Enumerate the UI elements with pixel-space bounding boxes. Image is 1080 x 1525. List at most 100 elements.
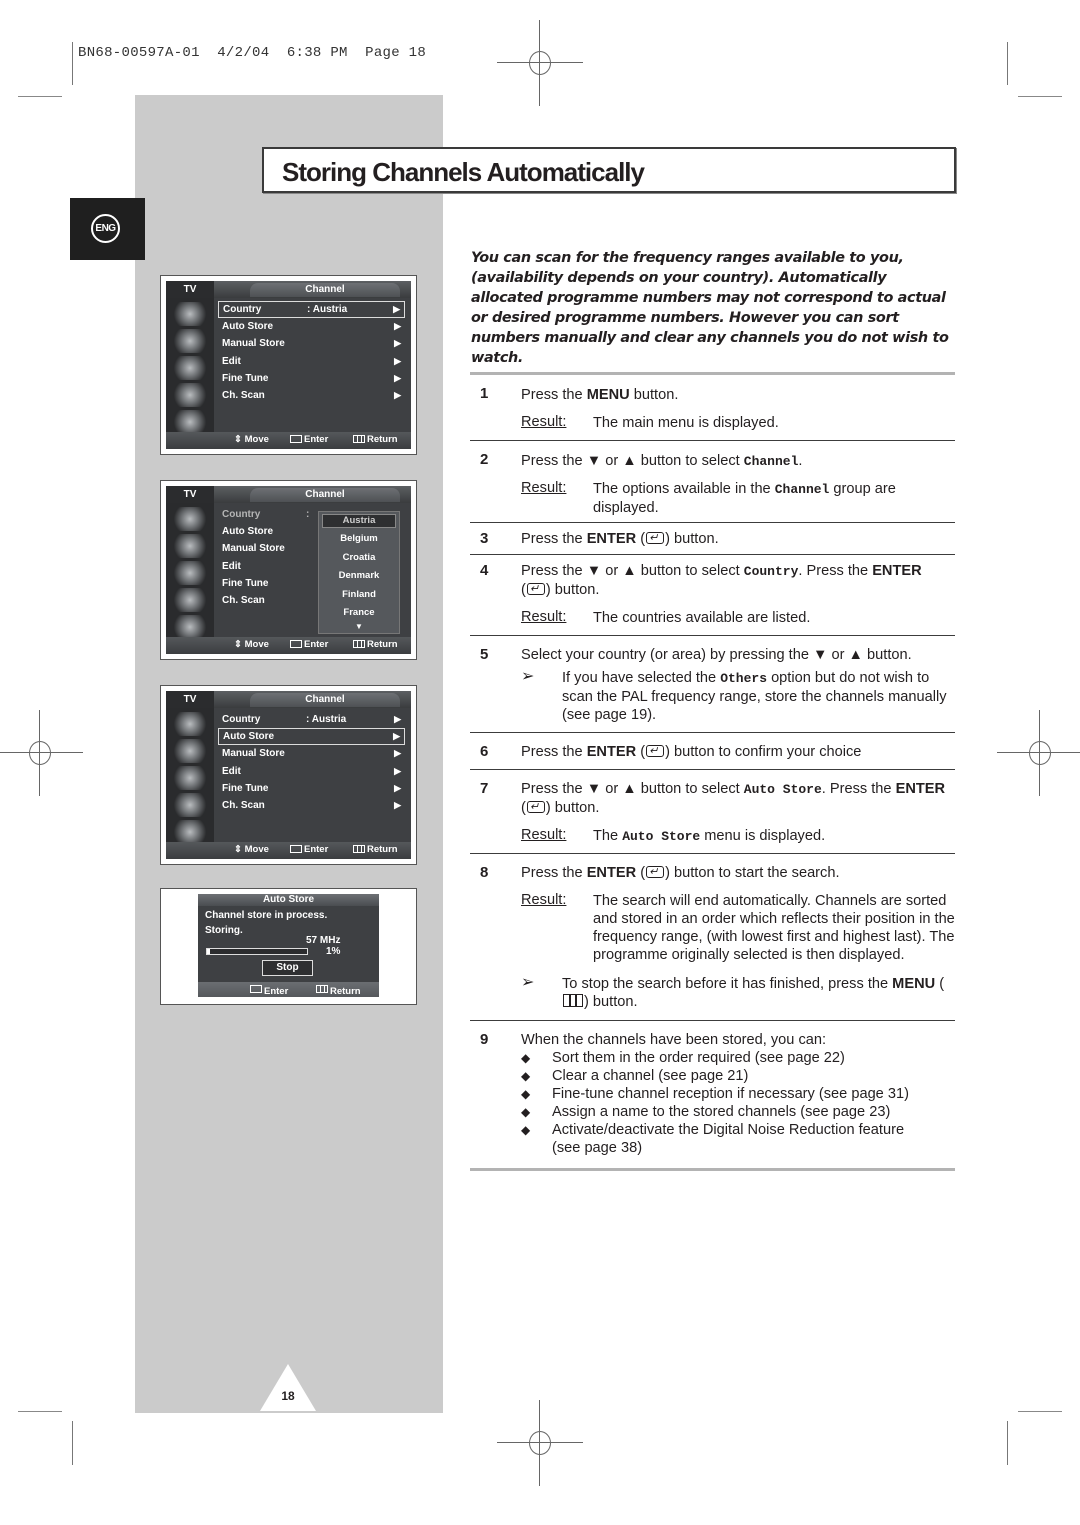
- list-item: Sort them in the order required (see pag…: [552, 1050, 845, 1066]
- osd-menu-title: Channel: [250, 693, 400, 707]
- osd-item-fine-tune[interactable]: Fine Tune ▶: [218, 780, 405, 797]
- step-2-text: Press the ▼ or ▲ button to select Channe…: [521, 453, 803, 469]
- country-dropdown[interactable]: Austria Belgium Croatia Denmark Finland …: [318, 511, 400, 634]
- osd-menu-icons: [166, 298, 214, 434]
- osd-tv-label: TV: [166, 691, 214, 708]
- country-option[interactable]: France: [319, 604, 399, 623]
- enter-hint: Enter: [290, 639, 328, 650]
- list-item: Fine-tune channel reception if necessary…: [552, 1086, 909, 1102]
- enter-icon: [646, 742, 665, 760]
- step-5-note: If you have selected the Others option b…: [562, 670, 947, 723]
- scroll-down-icon[interactable]: ▼: [319, 622, 399, 631]
- enter-icon: [646, 529, 665, 547]
- registration-mark: [997, 710, 1080, 796]
- divider: [470, 769, 955, 770]
- crop-mark: [1007, 1421, 1008, 1465]
- crop-mark: [1007, 42, 1008, 85]
- enter-icon: [646, 863, 665, 881]
- osd-item-edit[interactable]: Edit ▶: [218, 763, 405, 780]
- step-4-text-cont: () button.: [521, 580, 599, 599]
- stop-button[interactable]: Stop: [262, 960, 313, 976]
- step-number: 4: [480, 562, 489, 579]
- divider: [470, 372, 955, 375]
- menu-icon: [353, 845, 365, 853]
- step-4-result: The countries available are listed.: [593, 610, 811, 626]
- enter-icon: [290, 845, 302, 853]
- enter-icon: [526, 798, 545, 816]
- divider: [470, 732, 955, 733]
- osd-item-country[interactable]: Country: Austria ▶: [218, 711, 405, 728]
- osd-item-country[interactable]: Country: Austria ▶: [218, 301, 405, 319]
- step-9-text: When the channels have been stored, you …: [521, 1032, 827, 1048]
- step-6-text: Press the ENTER () button to confirm you…: [521, 742, 861, 761]
- bullet-icon: ◆: [521, 1087, 531, 1101]
- country-option[interactable]: Croatia: [319, 549, 399, 568]
- step-number: 9: [480, 1031, 489, 1048]
- step-4-text: Press the ▼ or ▲ button to select Countr…: [521, 563, 922, 579]
- sound-icon: [172, 561, 208, 585]
- osd-item-ch-scan[interactable]: Ch. Scan ▶: [218, 387, 405, 404]
- crop-mark: [18, 96, 62, 97]
- move-hint: ⇕ Move: [234, 639, 269, 650]
- step-8-note: To stop the search before it has finishe…: [562, 976, 945, 1010]
- setup-icon: [172, 820, 208, 844]
- picture-icon: [172, 534, 208, 558]
- progress-percent: 1%: [326, 946, 341, 957]
- note-arrow-icon: ➢: [521, 668, 535, 685]
- osd-item-auto-store[interactable]: Auto Store ▶: [218, 318, 405, 335]
- language-tab: ENG: [70, 198, 145, 260]
- note-arrow-icon: ➢: [521, 974, 535, 991]
- osd-item-manual-store[interactable]: Manual Store ▶: [218, 745, 405, 762]
- return-hint: Return: [353, 844, 398, 855]
- page-number-tab: [260, 1364, 316, 1411]
- bullet-icon: ◆: [521, 1069, 531, 1083]
- country-option[interactable]: Austria: [322, 514, 396, 528]
- step-5-text: Select your country (or area) by pressin…: [521, 647, 912, 663]
- osd-screen-country-list: TV Channel Country: Auto Store Manual Sto…: [160, 480, 417, 660]
- title-box: Storing Channels Automatically: [262, 147, 956, 193]
- antenna-icon: [172, 302, 208, 326]
- country-option[interactable]: Denmark: [319, 567, 399, 586]
- osd-item-fine-tune[interactable]: Fine Tune ▶: [218, 370, 405, 387]
- registration-mark: [497, 20, 583, 106]
- step-number: 5: [480, 646, 489, 663]
- step-2-result: The options available in the Channel gro…: [593, 481, 896, 516]
- osd-footer: ⇕ Move Enter Return: [166, 637, 411, 654]
- frequency-readout: 57 MHz: [306, 935, 341, 946]
- step-number: 8: [480, 864, 489, 881]
- osd-footer: ⇕ Move Enter Return: [166, 842, 411, 859]
- move-hint: ⇕ Move: [234, 844, 269, 855]
- osd-item-edit[interactable]: Edit ▶: [218, 353, 405, 370]
- menu-icon: [353, 640, 365, 648]
- list-item: Clear a channel (see page 21): [552, 1068, 749, 1084]
- crop-mark: [1018, 1411, 1062, 1412]
- osd-item-ch-scan[interactable]: Ch. Scan ▶: [218, 797, 405, 814]
- osd-item-auto-store[interactable]: Auto Store ▶: [218, 728, 405, 746]
- menu-icon: [563, 994, 583, 1007]
- step-7-result: The Auto Store menu is displayed.: [593, 828, 826, 844]
- setup-icon: [172, 615, 208, 639]
- crop-mark: [72, 1421, 73, 1465]
- country-option[interactable]: Belgium: [319, 530, 399, 549]
- osd-item-manual-store[interactable]: Manual Store ▶: [218, 335, 405, 352]
- country-option[interactable]: Finland: [319, 586, 399, 605]
- step-1-result: The main menu is displayed.: [593, 415, 779, 431]
- enter-icon: [290, 435, 302, 443]
- crop-mark: [1018, 96, 1062, 97]
- osd-menu-title: Channel: [250, 488, 400, 502]
- enter-icon: [250, 985, 262, 993]
- registration-mark: [0, 710, 83, 796]
- osd-footer: ⇕ Move Enter Return: [166, 432, 411, 449]
- progress-fill: [207, 949, 210, 954]
- osd-tv-label: TV: [166, 281, 214, 298]
- step-1-text: Press the MENU button.: [521, 387, 679, 403]
- enter-hint: Enter: [290, 434, 328, 445]
- return-hint: Return: [353, 639, 398, 650]
- enter-hint: Enter: [250, 984, 288, 997]
- menu-icon: [316, 985, 328, 993]
- step-number: 7: [480, 780, 489, 797]
- osd-menu-title: Channel: [250, 283, 400, 297]
- step-number: 2: [480, 451, 489, 468]
- osd-screen-auto-store-selected: TV Channel Country: Austria ▶ Auto Store ▶ …: [160, 685, 417, 865]
- result-label: Result:: [521, 827, 567, 843]
